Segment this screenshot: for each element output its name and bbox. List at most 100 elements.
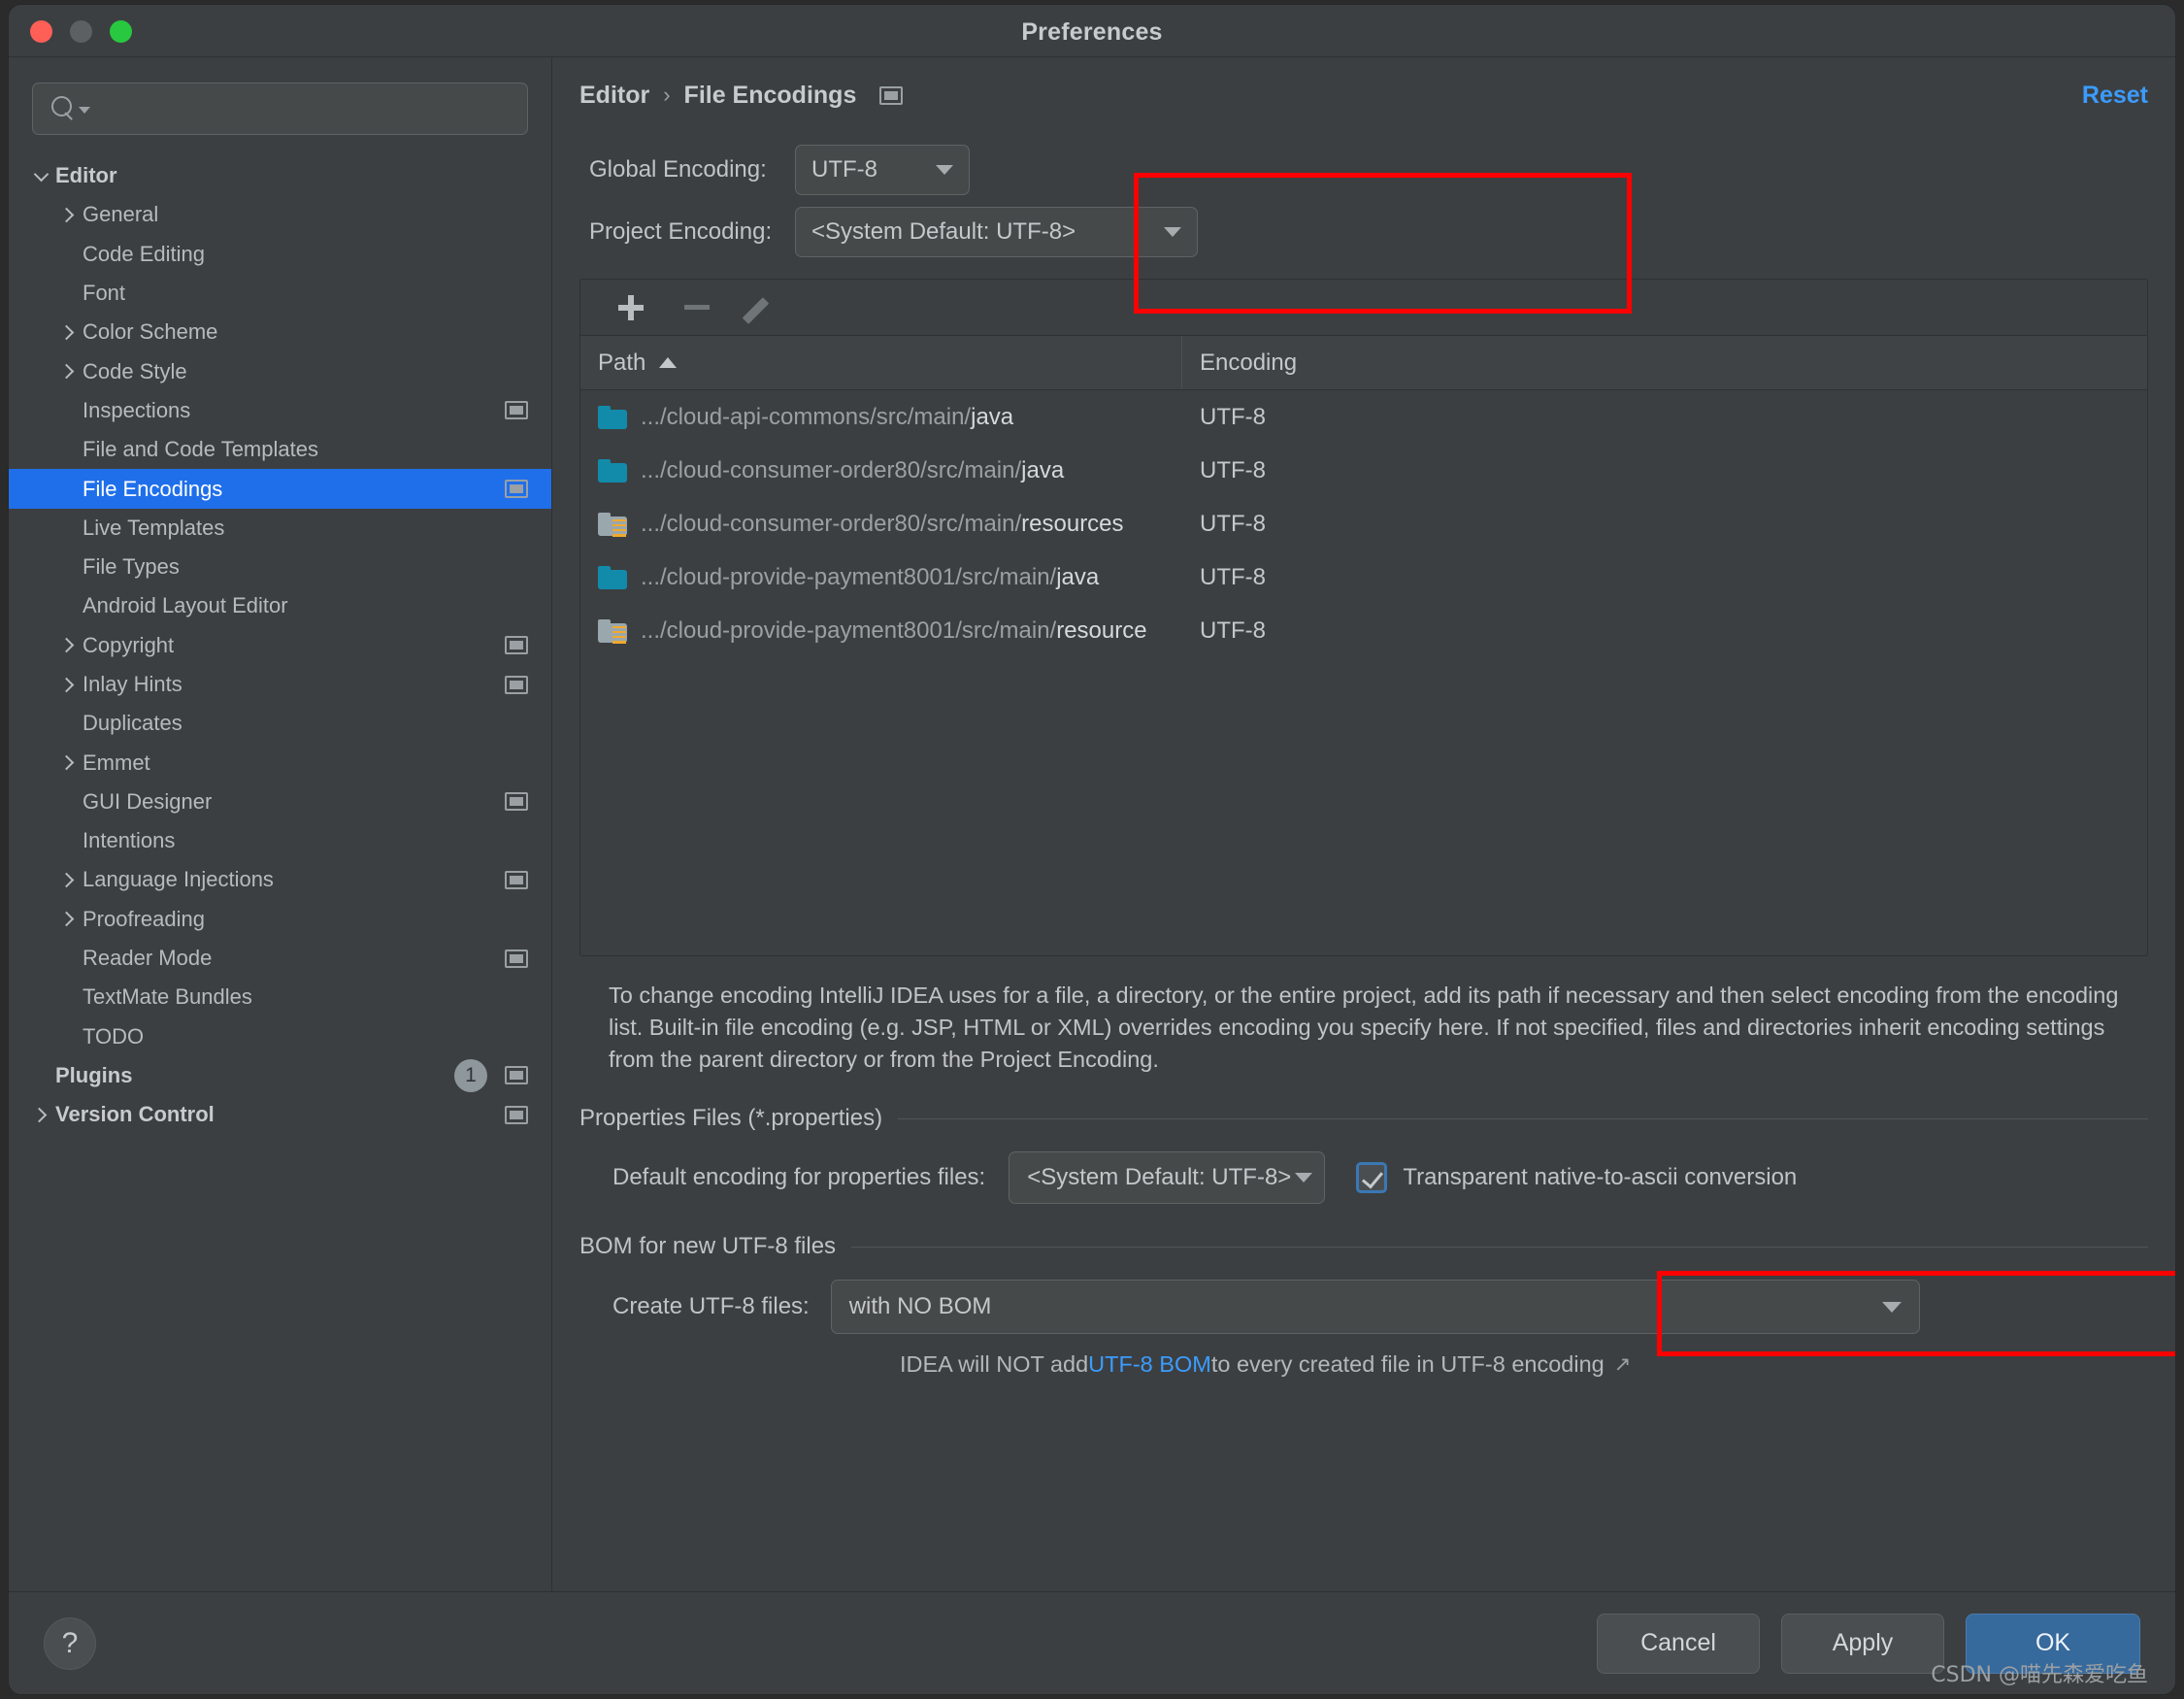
sidebar-item-file-encodings[interactable]: File Encodings <box>9 469 551 509</box>
reset-link[interactable]: Reset <box>2082 82 2148 110</box>
sidebar-item-todo[interactable]: TODO <box>9 1017 551 1056</box>
sidebar-item-file-types[interactable]: File Types <box>9 548 551 586</box>
utf8-bom-link[interactable]: UTF-8 BOM <box>1088 1351 1211 1378</box>
remove-path-button[interactable] <box>664 280 730 336</box>
sidebar-item-label: Inspections <box>83 397 191 422</box>
help-button[interactable]: ? <box>44 1616 96 1670</box>
bom-hint-prefix: IDEA will NOT add <box>900 1351 1089 1377</box>
chevron-right-icon[interactable] <box>53 324 83 341</box>
chevron-right-icon[interactable] <box>53 207 83 223</box>
encoding-table: Path Encoding .../cloud-api-commons/src/… <box>579 279 2148 956</box>
cell-encoding[interactable]: UTF-8 <box>1182 404 1266 431</box>
search-box[interactable] <box>32 83 528 135</box>
column-header-path[interactable]: Path <box>580 336 1182 389</box>
sidebar-item-editor[interactable]: Editor <box>9 156 551 195</box>
table-row[interactable]: .../cloud-api-commons/src/main/java UTF-8 <box>580 390 2147 444</box>
sidebar-item-label: Proofreading <box>83 906 205 931</box>
column-header-encoding-label: Encoding <box>1200 349 1298 376</box>
settings-tree: Editor General Code Editing Font Color Schem… <box>9 156 551 1134</box>
chevron-down-icon[interactable] <box>26 166 55 182</box>
project-settings-icon <box>505 870 528 889</box>
sidebar-item-version-control[interactable]: Version Control <box>9 1095 551 1134</box>
cell-encoding[interactable]: UTF-8 <box>1182 511 1266 538</box>
sidebar-item-copyright[interactable]: Copyright <box>9 626 551 665</box>
properties-encoding-select[interactable]: <System Default: UTF-8> <box>1009 1151 1326 1204</box>
sidebar-item-label: Plugins <box>55 1062 133 1087</box>
chevron-right-icon[interactable] <box>53 872 83 888</box>
breadcrumb-root[interactable]: Editor <box>579 82 649 110</box>
path-prefix: .../cloud-consumer-order80/src/main/ <box>641 510 1022 537</box>
native-to-ascii-checkbox[interactable] <box>1356 1162 1388 1193</box>
sidebar-item-label: General <box>83 202 159 227</box>
table-row[interactable]: .../cloud-consumer-order80/src/main/java… <box>580 444 2147 497</box>
project-settings-icon <box>879 85 904 105</box>
plugins-count-badge: 1 <box>454 1058 487 1092</box>
column-header-encoding[interactable]: Encoding <box>1182 336 1297 389</box>
sidebar-item-file-and-code-templates[interactable]: File and Code Templates <box>9 430 551 469</box>
search-input[interactable] <box>90 97 527 120</box>
edit-path-button[interactable] <box>730 280 796 336</box>
apply-button[interactable]: Apply <box>1781 1613 1944 1674</box>
project-encoding-value: <System Default: UTF-8> <box>811 218 1076 245</box>
sidebar-item-android-layout-editor[interactable]: Android Layout Editor <box>9 586 551 625</box>
add-path-button[interactable] <box>598 280 664 336</box>
sidebar-item-general[interactable]: General <box>9 195 551 234</box>
settings-main-pane: Editor › File Encodings Reset Global Enc… <box>552 57 2175 1591</box>
properties-encoding-label: Default encoding for properties files: <box>612 1164 986 1190</box>
chevron-right-icon[interactable] <box>53 754 83 771</box>
path-prefix: .../cloud-provide-payment8001/src/main/ <box>641 563 1057 590</box>
sidebar-item-plugins[interactable]: Plugins 1 <box>9 1056 551 1095</box>
table-body: .../cloud-api-commons/src/main/java UTF-8… <box>580 390 2147 955</box>
sidebar-item-label: Language Injections <box>83 867 274 892</box>
cell-path: .../cloud-provide-payment8001/src/main/j… <box>580 564 1182 591</box>
sidebar-item-code-style[interactable]: Code Style <box>9 351 551 390</box>
sidebar-item-label: File Types <box>83 554 180 580</box>
project-encoding-select[interactable]: <System Default: UTF-8> <box>795 207 1198 257</box>
table-row[interactable]: .../cloud-consumer-order80/src/main/reso… <box>580 497 2147 550</box>
create-utf8-select[interactable]: with NO BOM <box>830 1280 1920 1334</box>
sidebar-item-label: Copyright <box>83 632 175 657</box>
sidebar-item-inlay-hints[interactable]: Inlay Hints <box>9 665 551 704</box>
sidebar-item-live-templates[interactable]: Live Templates <box>9 509 551 548</box>
sidebar-item-proofreading[interactable]: Proofreading <box>9 900 551 939</box>
cell-encoding[interactable]: UTF-8 <box>1182 457 1266 484</box>
table-row[interactable]: .../cloud-provide-payment8001/src/main/j… <box>580 550 2147 604</box>
sidebar-item-code-editing[interactable]: Code Editing <box>9 235 551 274</box>
sidebar-item-label: TODO <box>83 1023 145 1049</box>
sidebar-item-textmate-bundles[interactable]: TextMate Bundles <box>9 978 551 1016</box>
external-link-icon[interactable]: ↗ <box>1614 1352 1632 1377</box>
chevron-right-icon[interactable] <box>53 912 83 927</box>
chevron-right-icon[interactable] <box>53 677 83 692</box>
sidebar-item-inspections[interactable]: Inspections <box>9 391 551 430</box>
folder-source-icon <box>598 565 627 589</box>
chevron-right-icon[interactable] <box>53 637 83 653</box>
sidebar-item-label: Live Templates <box>83 515 225 540</box>
sidebar-item-duplicates[interactable]: Duplicates <box>9 704 551 743</box>
table-row[interactable]: .../cloud-provide-payment8001/src/main/r… <box>580 604 2147 657</box>
settings-sidebar: Editor General Code Editing Font Color Schem… <box>9 57 552 1591</box>
sidebar-item-reader-mode[interactable]: Reader Mode <box>9 939 551 978</box>
sidebar-item-language-injections[interactable]: Language Injections <box>9 860 551 899</box>
sidebar-item-color-scheme[interactable]: Color Scheme <box>9 313 551 351</box>
native-to-ascii-checkbox-row[interactable]: Transparent native-to-ascii conversion <box>1356 1162 1797 1193</box>
chevron-down-icon <box>936 165 953 175</box>
sidebar-item-label: TextMate Bundles <box>83 984 252 1010</box>
path-leaf: resources <box>1021 510 1124 537</box>
chevron-down-icon <box>1881 1301 1902 1313</box>
cell-encoding[interactable]: UTF-8 <box>1182 617 1266 645</box>
sidebar-item-intentions[interactable]: Intentions <box>9 821 551 860</box>
description-text: To change encoding IntelliJ IDEA uses fo… <box>609 983 2119 1072</box>
cell-path: .../cloud-api-commons/src/main/java <box>580 404 1182 431</box>
sidebar-item-gui-designer[interactable]: GUI Designer <box>9 783 551 821</box>
chevron-down-icon[interactable] <box>79 107 90 114</box>
cell-encoding[interactable]: UTF-8 <box>1182 564 1266 591</box>
sidebar-item-font[interactable]: Font <box>9 274 551 313</box>
chevron-right-icon[interactable] <box>26 1107 55 1123</box>
folder-resource-icon <box>598 512 627 537</box>
sidebar-item-emmet[interactable]: Emmet <box>9 743 551 782</box>
chevron-right-icon[interactable] <box>53 363 83 380</box>
cancel-button[interactable]: Cancel <box>1597 1613 1760 1674</box>
sidebar-item-label: Emmet <box>83 750 150 775</box>
global-encoding-select[interactable]: UTF-8 <box>795 145 970 195</box>
search-container <box>9 57 551 135</box>
